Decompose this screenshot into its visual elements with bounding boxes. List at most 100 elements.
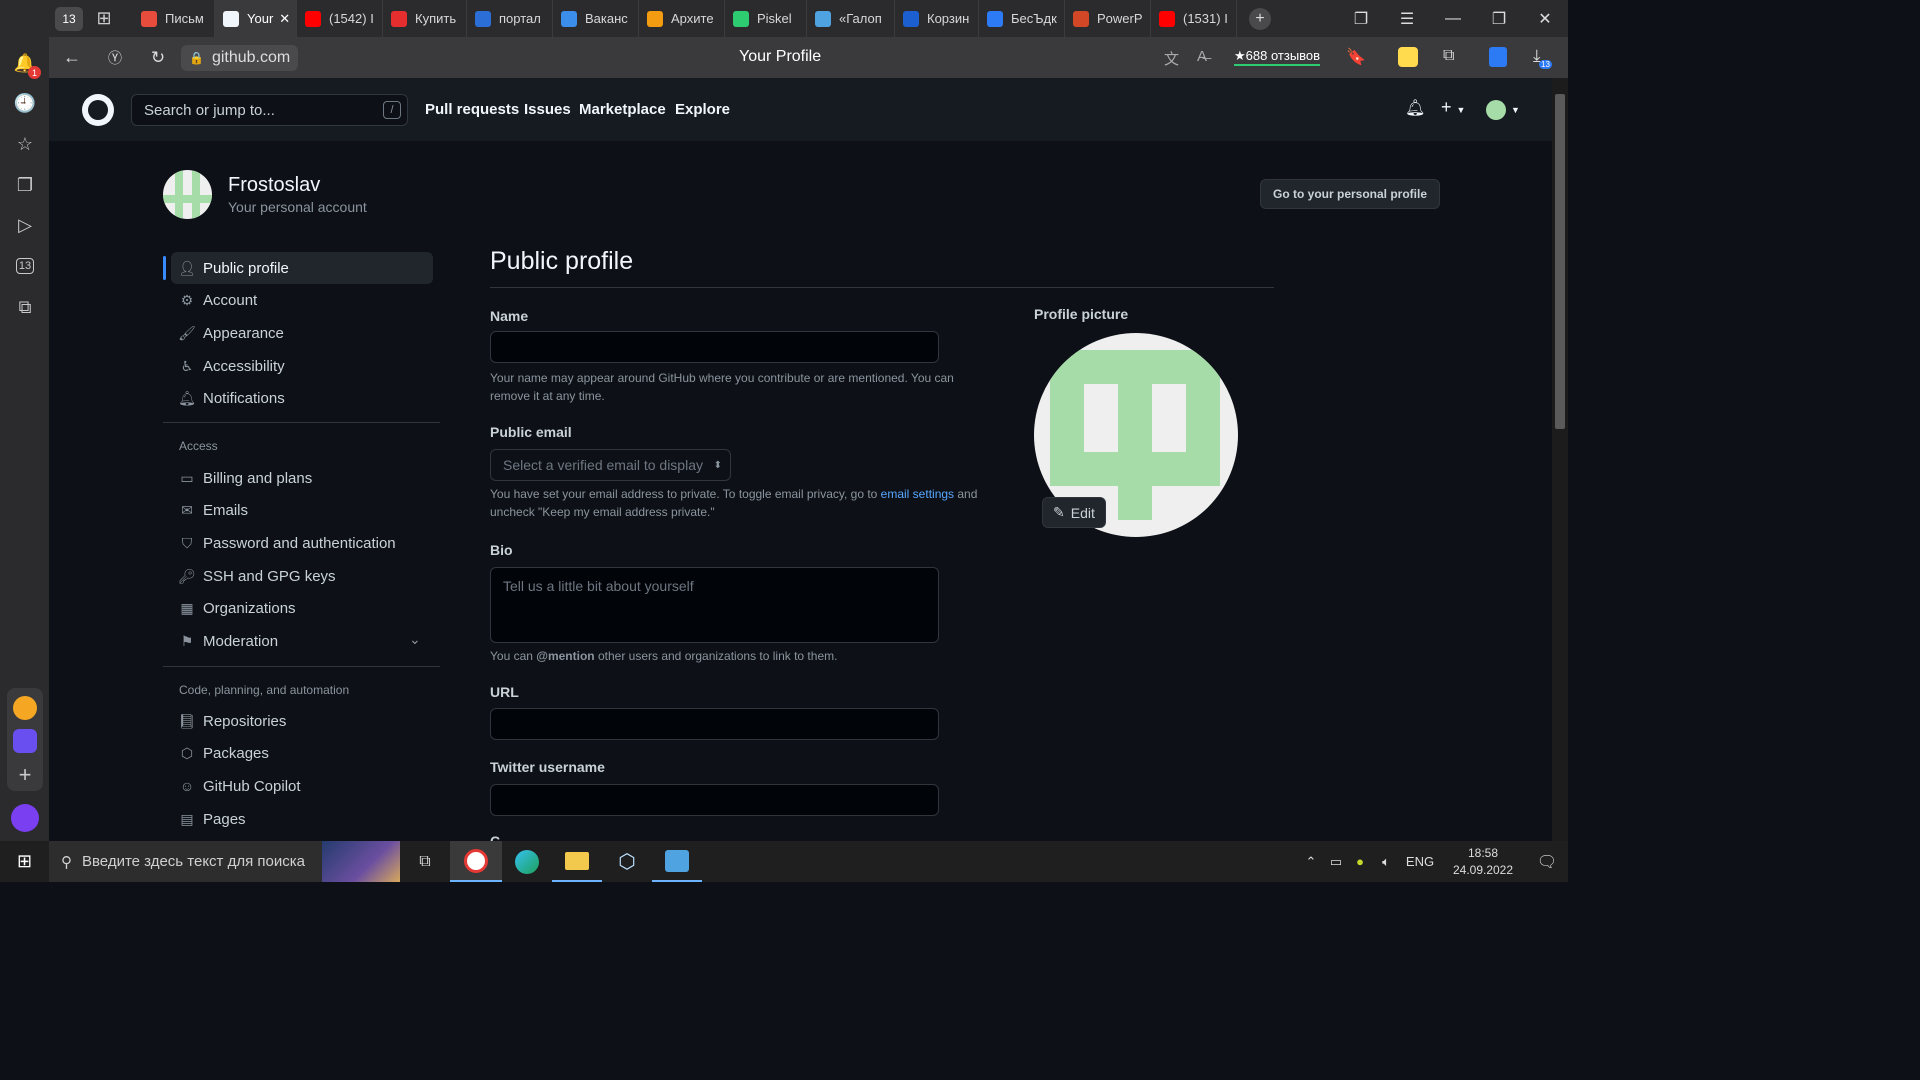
browser-tab[interactable]: «Галоп bbox=[807, 0, 895, 37]
screenshot-icon[interactable]: ⧉ bbox=[12, 294, 38, 320]
restore-button[interactable]: ❐ bbox=[1476, 9, 1522, 29]
bio-textarea[interactable]: Tell us a little bit about yourself bbox=[490, 567, 939, 643]
page-scrollbar[interactable] bbox=[1552, 78, 1568, 841]
create-new-dropdown[interactable]: + ▼ bbox=[1441, 97, 1465, 118]
windows-start-icon[interactable]: ⊞ bbox=[0, 851, 49, 872]
extension-yellow-icon[interactable] bbox=[1398, 47, 1418, 67]
taskbar-search[interactable]: ⚲ Введите здесь текст для поиска bbox=[49, 841, 400, 882]
go-to-profile-button[interactable]: Go to your personal profile bbox=[1260, 179, 1441, 209]
taskbar-paint-app[interactable] bbox=[652, 841, 702, 882]
task-view-icon[interactable]: ⧉ bbox=[400, 853, 450, 871]
search-input[interactable]: Search or jump to... / bbox=[131, 94, 408, 126]
reviews-link[interactable]: ★688 отзывов bbox=[1234, 48, 1321, 66]
collections-icon[interactable]: ❐ bbox=[12, 172, 38, 198]
tabs-counter-icon[interactable]: 13 bbox=[12, 253, 38, 279]
yandex-disk-tray-icon[interactable]: ● bbox=[1348, 854, 1372, 869]
messenger-app-icon[interactable] bbox=[13, 729, 37, 753]
browser-tab[interactable]: Ваканс bbox=[553, 0, 639, 37]
tab-manager-icon[interactable]: ❐ bbox=[1338, 9, 1384, 29]
extension-blue-icon[interactable] bbox=[1489, 47, 1507, 67]
nav-issues[interactable]: Issues bbox=[524, 101, 571, 118]
sidebar-item-public-profile[interactable]: 👤︎ Public profile bbox=[171, 252, 433, 284]
browser-tab[interactable]: (1531) I bbox=[1151, 0, 1237, 37]
tab-counter-button[interactable]: 13 bbox=[55, 6, 83, 31]
history-icon[interactable]: 🕘 bbox=[12, 90, 38, 116]
sidebar-item-organizations[interactable]: ▦ Organizations bbox=[171, 593, 433, 625]
sidebar-item-ssh-and-gpg-keys[interactable]: 🔑︎ SSH and GPG keys bbox=[171, 560, 433, 592]
translate-icon[interactable]: 文 bbox=[1164, 48, 1179, 69]
bookmarks-star-icon[interactable]: ☆ bbox=[12, 131, 38, 157]
avatar-pixel bbox=[1084, 452, 1186, 486]
taskbar-explorer[interactable] bbox=[552, 841, 602, 882]
browser-tab[interactable]: БесЪдк bbox=[979, 0, 1065, 37]
email-settings-link[interactable]: email settings bbox=[881, 487, 954, 501]
sidebar-item-packages[interactable]: ⬡ Packages bbox=[171, 738, 433, 770]
tab-favicon-icon bbox=[1159, 10, 1175, 27]
sidebar-item-account[interactable]: ⚙︎ Account bbox=[171, 285, 433, 317]
sidebar-item-billing-and-plans[interactable]: ▭ Billing and plans bbox=[171, 462, 433, 494]
browser-tab[interactable]: Письм bbox=[133, 0, 215, 37]
clock[interactable]: 18:58 24.09.2022 bbox=[1440, 845, 1526, 879]
sidebar-item-moderation[interactable]: ⚑ Moderation bbox=[171, 626, 433, 658]
add-app-icon[interactable]: + bbox=[12, 762, 38, 788]
video-play-icon[interactable]: ▷ bbox=[12, 212, 38, 238]
nav-marketplace[interactable]: Marketplace bbox=[579, 101, 666, 118]
back-icon[interactable]: ← bbox=[49, 47, 95, 68]
bookmark-icon[interactable]: 🔖 bbox=[1346, 47, 1366, 67]
moderation-chevron-icon[interactable]: ⌄ bbox=[409, 631, 421, 648]
new-tab-button[interactable]: + bbox=[1249, 7, 1271, 30]
url-input[interactable] bbox=[490, 708, 939, 740]
windows-taskbar: ⊞ ⚲ Введите здесь текст для поиска ⧉ ⬡ ⌃… bbox=[0, 841, 1568, 882]
sidebar-item-pages[interactable]: ▤ Pages bbox=[171, 803, 433, 835]
minimize-button[interactable]: — bbox=[1430, 10, 1476, 28]
scrollbar-thumb[interactable] bbox=[1555, 94, 1565, 429]
close-tab-icon[interactable]: ✕ bbox=[279, 11, 290, 27]
yandex-icon[interactable]: Ⓨ bbox=[95, 48, 135, 68]
package-icon: ⬡ bbox=[180, 745, 194, 762]
bell-icon[interactable]: 🔔︎ bbox=[1405, 98, 1425, 118]
sidebar-item-repositories[interactable]: 📘︎ Repositories bbox=[171, 705, 433, 737]
url-pill[interactable]: 🔒 github.com bbox=[181, 44, 299, 71]
sidebar-item-password-and-authentication[interactable]: ⛉ Password and authentication bbox=[171, 527, 433, 559]
taskbar-3d-app[interactable]: ⬡ bbox=[602, 849, 652, 874]
edit-picture-button[interactable]: ✎ Edit bbox=[1042, 497, 1106, 528]
language-indicator[interactable]: ENG bbox=[1400, 854, 1440, 869]
name-input[interactable] bbox=[490, 331, 939, 363]
tray-chevron-icon[interactable]: ⌃ bbox=[1298, 854, 1324, 870]
volume-icon[interactable]: 🔈︎ bbox=[1372, 854, 1400, 870]
reload-icon[interactable]: ↻ bbox=[135, 48, 181, 68]
nav-pull-requests[interactable]: Pull requests bbox=[425, 101, 519, 118]
account-name[interactable]: Frostoslav bbox=[228, 174, 320, 197]
sidebar-item-github-copilot[interactable]: ☺︎ GitHub Copilot bbox=[171, 770, 433, 802]
reader-icon[interactable]: A̶ bbox=[1197, 48, 1207, 65]
taskbar-edge[interactable] bbox=[502, 849, 552, 874]
github-logo-icon[interactable] bbox=[82, 94, 114, 126]
browser-tab[interactable]: Your ✕ bbox=[215, 0, 297, 37]
browser-tab[interactable]: портал bbox=[467, 0, 553, 37]
weather-app-icon[interactable] bbox=[13, 696, 37, 720]
new-tab-group-icon[interactable]: ⊞ bbox=[89, 8, 119, 29]
browser-tab[interactable]: Piskel bbox=[725, 0, 807, 37]
nav-explore[interactable]: Explore bbox=[675, 101, 730, 118]
notification-center-icon[interactable]: 🗨︎ bbox=[1526, 852, 1568, 872]
browser-tab[interactable]: PowerP bbox=[1065, 0, 1151, 37]
user-avatar-dropdown[interactable]: ▼ bbox=[1486, 100, 1520, 120]
twitter-input[interactable] bbox=[490, 784, 939, 816]
browser-tab[interactable]: Архите bbox=[639, 0, 725, 37]
browser-tab[interactable]: Корзин bbox=[895, 0, 979, 37]
public-email-select[interactable]: Select a verified email to display ⬍ bbox=[490, 449, 731, 481]
sidebar-item-appearance[interactable]: 🖌︎ Appearance bbox=[171, 317, 433, 349]
sidebar-item-emails[interactable]: ✉︎ Emails bbox=[171, 495, 433, 527]
alice-assistant-icon[interactable] bbox=[11, 804, 39, 832]
taskbar-yandex-browser[interactable] bbox=[450, 841, 502, 882]
sidebar-item-accessibility[interactable]: ♿︎ Accessibility bbox=[171, 350, 433, 382]
tab-favicon-icon bbox=[647, 10, 663, 27]
tab-bar: 13 ⊞ Письм Your ✕ (1542) I Купить портал Вакан… bbox=[0, 0, 1568, 37]
close-window-button[interactable]: ✕ bbox=[1522, 9, 1568, 29]
battery-icon[interactable]: ▭ bbox=[1324, 854, 1348, 870]
browser-tab[interactable]: Купить bbox=[383, 0, 467, 37]
sidebar-item-notifications[interactable]: 🔔︎ Notifications bbox=[171, 383, 433, 415]
browser-tab[interactable]: (1542) I bbox=[297, 0, 383, 37]
menu-icon[interactable]: ☰ bbox=[1384, 9, 1430, 29]
extension-sidebar-icon[interactable]: ⧉ bbox=[1443, 47, 1454, 65]
